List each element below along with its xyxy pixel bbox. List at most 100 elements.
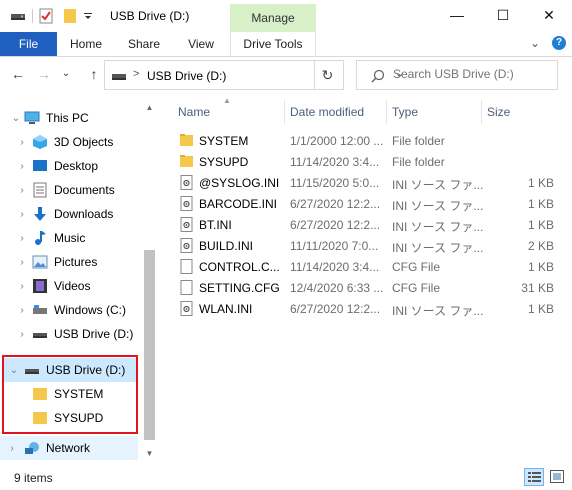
customize-toolbar-icon[interactable]	[83, 11, 93, 21]
file-name: @SYSLOG.INI	[199, 176, 280, 190]
path-separator: >	[133, 68, 140, 80]
nav-item-music[interactable]: › Music	[0, 226, 138, 250]
properties-icon[interactable]	[39, 8, 53, 24]
scrollbar-thumb[interactable]	[144, 250, 155, 440]
column-divider[interactable]	[481, 100, 482, 124]
file-row[interactable]: BT.INI 6/27/2020 12:2... INI ソース ファ... 1 KB	[170, 214, 562, 235]
file-row[interactable]: WLAN.INI 6/27/2020 12:2... INI ソース ファ... 1 …	[170, 298, 562, 319]
file-date-modified: 11/14/2020 3:4...	[290, 155, 380, 169]
file-type: CFG File	[392, 281, 440, 295]
column-header-type[interactable]: Type	[392, 100, 418, 124]
file-date-modified: 6/27/2020 12:2...	[290, 197, 381, 211]
file-type: INI ソース ファ...	[392, 220, 484, 234]
nav-item-windows-c[interactable]: › Windows (C:)	[0, 298, 138, 322]
tab-manage[interactable]: Manage	[230, 4, 316, 32]
usb-drive-icon	[33, 333, 47, 338]
nav-item-3d-objects[interactable]: › 3D Objects	[0, 130, 138, 154]
nav-item-label: Music	[54, 231, 86, 245]
new-folder-icon[interactable]	[63, 8, 77, 24]
tab-file[interactable]: File	[0, 32, 57, 56]
address-path[interactable]: USB Drive (D:)	[147, 69, 226, 83]
file-size: 1 KB	[527, 260, 554, 274]
chevron-right-icon[interactable]: ›	[16, 305, 28, 316]
refresh-button[interactable]: ↻	[314, 61, 340, 89]
search-input[interactable]	[393, 67, 553, 81]
details-view-button[interactable]	[524, 468, 544, 486]
scroll-up-arrow-icon[interactable]: ▲	[142, 100, 157, 116]
collapse-ribbon-button[interactable]: ⌄	[530, 36, 540, 50]
file-row[interactable]: SYSTEM 1/1/2000 12:00 ... File folder	[170, 130, 562, 151]
file-row[interactable]: SETTING.CFG 12/4/2020 6:33 ... CFG File 31 …	[170, 277, 562, 298]
column-header-date-modified[interactable]: Date modified	[290, 100, 364, 124]
file-date-modified: 11/11/2020 7:0...	[290, 239, 379, 253]
tab-home[interactable]: Home	[59, 32, 113, 56]
nav-item-label: 3D Objects	[54, 135, 114, 149]
file-row[interactable]: @SYSLOG.INI 11/15/2020 5:0... INI ソース ファ..…	[170, 172, 562, 193]
chevron-right-icon[interactable]: ›	[16, 209, 28, 220]
tab-drive-tools[interactable]: Drive Tools	[230, 32, 316, 56]
column-header-size[interactable]: Size	[487, 100, 510, 124]
search-box[interactable]	[356, 60, 558, 90]
close-button[interactable]: ✕	[526, 0, 572, 30]
chevron-right-icon[interactable]: ›	[16, 185, 28, 196]
nav-item-usb-drive-d[interactable]: › USB Drive (D:)	[0, 322, 138, 346]
network-icon	[25, 442, 39, 454]
scroll-down-arrow-icon[interactable]: ▼	[142, 446, 157, 462]
address-bar[interactable]: > USB Drive (D:) ⌄	[104, 60, 404, 90]
nav-item-label: Pictures	[54, 255, 98, 269]
nav-item-pictures[interactable]: › Pictures	[0, 250, 138, 274]
chevron-right-icon[interactable]: ›	[16, 161, 28, 172]
file-row[interactable]: CONTROL.C... 11/14/2020 3:4... CFG File 1 K…	[170, 256, 562, 277]
column-header-name[interactable]: Name	[178, 100, 210, 124]
file-row[interactable]: SYSUPD 11/14/2020 3:4... File folder	[170, 151, 562, 172]
recent-locations-button[interactable]: ⌄	[58, 68, 74, 79]
file-name: SETTING.CFG	[199, 281, 280, 295]
chevron-right-icon[interactable]: ›	[16, 257, 28, 268]
file-date-modified: 6/27/2020 12:2...	[290, 218, 381, 232]
file-row[interactable]: BUILD.INI 11/11/2020 7:0... INI ソース ファ... 2…	[170, 235, 562, 256]
file-name: SYSUPD	[199, 155, 249, 169]
file-size: 2 KB	[527, 239, 554, 253]
large-icons-view-icon	[550, 470, 564, 483]
tab-view[interactable]: View	[174, 32, 228, 56]
nav-item-documents[interactable]: › Documents	[0, 178, 138, 202]
nav-item-this-pc[interactable]: ⌄ This PC	[0, 106, 138, 130]
maximize-button[interactable]: ☐	[480, 0, 526, 30]
chevron-right-icon[interactable]: ›	[16, 281, 28, 292]
nav-item-label: USB Drive (D:)	[54, 327, 134, 341]
column-divider[interactable]	[284, 100, 285, 124]
nav-item-videos[interactable]: › Videos	[0, 274, 138, 298]
column-divider[interactable]	[386, 100, 387, 124]
chevron-down-icon[interactable]: ⌄	[10, 113, 22, 124]
chevron-right-icon[interactable]: ›	[6, 443, 18, 454]
file-row[interactable]: BARCODE.INI 6/27/2020 12:2... INI ソース ファ..…	[170, 193, 562, 214]
minimize-button[interactable]: —	[434, 0, 480, 30]
cfg-file-icon	[180, 259, 193, 274]
item-count: 9 items	[14, 471, 53, 485]
up-button[interactable]: ↑	[86, 66, 102, 82]
computer-icon	[24, 111, 40, 124]
file-type: INI ソース ファ...	[392, 199, 484, 213]
chevron-right-icon[interactable]: ›	[16, 233, 28, 244]
nav-item-downloads[interactable]: › Downloads	[0, 202, 138, 226]
back-button[interactable]: ←	[10, 66, 26, 82]
help-button[interactable]: ?	[552, 36, 566, 50]
file-size: 31 KB	[521, 281, 554, 295]
drive-icon	[112, 74, 126, 80]
music-icon	[35, 231, 46, 245]
pictures-icon	[32, 255, 48, 269]
ini-file-icon	[180, 238, 193, 253]
nav-scrollbar[interactable]: ▲ ▼	[142, 100, 157, 462]
documents-icon	[33, 182, 47, 198]
file-date-modified: 1/1/2000 12:00 ...	[290, 134, 384, 148]
nav-item-desktop[interactable]: › Desktop	[0, 154, 138, 178]
chevron-right-icon[interactable]: ›	[16, 329, 28, 340]
forward-button[interactable]: →	[36, 66, 52, 82]
chevron-right-icon[interactable]: ›	[16, 137, 28, 148]
nav-item-network[interactable]: › Network	[0, 436, 138, 460]
large-icons-view-button[interactable]	[547, 468, 567, 486]
file-type: File folder	[392, 155, 445, 169]
file-size: 1 KB	[527, 302, 554, 316]
tab-share[interactable]: Share	[117, 32, 171, 56]
drive-icon[interactable]	[10, 9, 26, 23]
